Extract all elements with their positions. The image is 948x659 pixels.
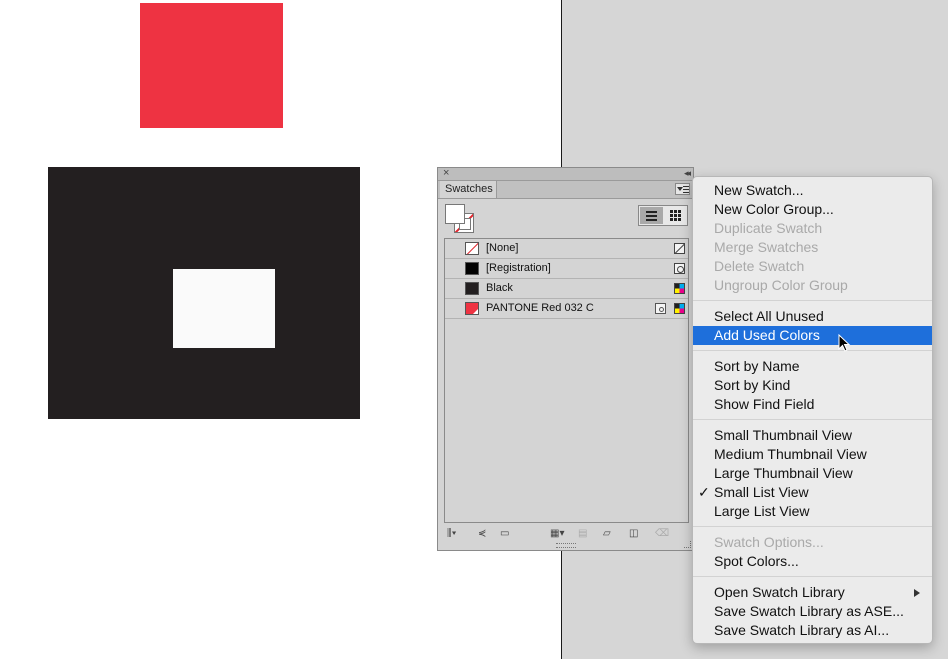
none-swatch-chip bbox=[465, 242, 479, 255]
panel-tab-strip: Swatches bbox=[438, 181, 693, 199]
cmyk-type-icon bbox=[674, 303, 685, 314]
menu-item-spot-colors[interactable]: Spot Colors... bbox=[693, 552, 932, 571]
black-swatch-chip bbox=[465, 282, 479, 295]
menu-separator bbox=[693, 419, 932, 420]
panel-bottom-bar: ⫼▾ ⋞ ▭ ▦▾ ▤ ▱ ◫ ⌫ bbox=[438, 526, 693, 544]
menu-item-save-library-ase[interactable]: Save Swatch Library as ASE... bbox=[693, 602, 932, 621]
show-kinds-icon[interactable]: ⋞ bbox=[478, 527, 486, 541]
menu-item-save-library-ai[interactable]: Save Swatch Library as AI... bbox=[693, 621, 932, 640]
menu-item-small-list-view[interactable]: ✓ Small List View bbox=[693, 483, 932, 502]
fill-stroke-icon[interactable] bbox=[445, 204, 475, 234]
cmyk-type-icon bbox=[674, 283, 685, 294]
swatch-list: [None] [Registration] Black PANTONE Red … bbox=[444, 238, 689, 523]
tab-swatches[interactable]: Swatches bbox=[440, 181, 497, 198]
menu-item-select-all-unused[interactable]: Select All Unused bbox=[693, 307, 932, 326]
menu-item-swatch-options: Swatch Options... bbox=[714, 534, 824, 550]
menu-item-merge-swatches: Merge Swatches bbox=[714, 239, 819, 255]
menu-item-delete-swatch: Delete Swatch bbox=[714, 258, 805, 274]
menu-separator bbox=[693, 350, 932, 351]
menu-item-small-thumbnail-view[interactable]: Small Thumbnail View bbox=[693, 426, 932, 445]
grid-view-icon[interactable] bbox=[664, 207, 687, 224]
new-color-group-icon[interactable]: ▱ bbox=[603, 527, 611, 541]
close-icon[interactable]: × bbox=[443, 166, 449, 180]
menu-item-add-used-colors[interactable]: Add Used Colors bbox=[693, 326, 932, 345]
list-view-icon[interactable] bbox=[640, 207, 663, 224]
swatch-name: PANTONE Red 032 C bbox=[486, 302, 594, 314]
menu-item-sort-by-name[interactable]: Sort by Name bbox=[693, 357, 932, 376]
menu-item-sort-by-kind[interactable]: Sort by Kind bbox=[693, 376, 932, 395]
corner-resize-grip[interactable] bbox=[684, 541, 691, 548]
registration-type-icon bbox=[674, 263, 685, 274]
new-swatch-icon[interactable]: ◫ bbox=[629, 527, 638, 541]
menu-item-new-color-group[interactable]: New Color Group... bbox=[693, 200, 932, 219]
submenu-arrow-icon bbox=[914, 589, 920, 597]
menu-item-label: Small List View bbox=[714, 484, 809, 500]
delete-swatch-icon: ⌫ bbox=[655, 528, 670, 539]
swatches-panel: × ◂◂ Swatches [None] [Registration] Blac… bbox=[437, 167, 694, 551]
swatch-grid-icon[interactable]: ▦▾ bbox=[550, 527, 564, 541]
menu-item-open-swatch-library[interactable]: Open Swatch Library bbox=[693, 583, 932, 602]
menu-item-ungroup-color-group: Ungroup Color Group bbox=[714, 277, 848, 293]
spot-color-icon bbox=[655, 303, 666, 314]
mouse-pointer-icon bbox=[838, 334, 851, 352]
library-menu-icon[interactable]: ⫼▾ bbox=[447, 527, 456, 541]
collapse-icon[interactable]: ◂◂ bbox=[684, 167, 691, 180]
swatch-row-pantone-red[interactable]: PANTONE Red 032 C bbox=[445, 299, 688, 319]
resize-grip[interactable] bbox=[556, 543, 576, 548]
white-rectangle-object[interactable] bbox=[173, 269, 275, 348]
menu-item-large-thumbnail-view[interactable]: Large Thumbnail View bbox=[693, 464, 932, 483]
menu-item-new-swatch[interactable]: New Swatch... bbox=[693, 181, 932, 200]
swatch-row-registration[interactable]: [Registration] bbox=[445, 259, 688, 279]
menu-item-label: Open Swatch Library bbox=[714, 584, 845, 600]
view-toggle bbox=[638, 205, 688, 226]
swatch-row-black[interactable]: Black bbox=[445, 279, 688, 299]
menu-item-duplicate-swatch: Duplicate Swatch bbox=[714, 220, 823, 236]
none-type-icon bbox=[674, 243, 685, 254]
menu-item-large-list-view[interactable]: Large List View bbox=[693, 502, 932, 521]
menu-separator bbox=[693, 300, 932, 301]
checkmark-icon: ✓ bbox=[698, 484, 710, 500]
swatch-name: [None] bbox=[486, 242, 519, 254]
swatch-name: Black bbox=[486, 282, 513, 294]
red-rectangle-object[interactable] bbox=[140, 3, 283, 128]
registration-swatch-chip bbox=[465, 262, 479, 275]
menu-separator bbox=[693, 576, 932, 577]
menu-item-show-find-field[interactable]: Show Find Field bbox=[693, 395, 932, 414]
swatch-name: [Registration] bbox=[486, 262, 551, 274]
swatch-options-disabled-icon: ▤ bbox=[578, 528, 588, 539]
swatch-options-icon[interactable]: ▭ bbox=[500, 527, 509, 541]
swatches-flyout-menu: New Swatch... New Color Group... Duplica… bbox=[692, 176, 933, 644]
panel-title-bar[interactable]: × ◂◂ bbox=[438, 166, 693, 181]
panel-menu-icon[interactable] bbox=[675, 183, 690, 195]
menu-item-medium-thumbnail-view[interactable]: Medium Thumbnail View bbox=[693, 445, 932, 464]
swatch-row-none[interactable]: [None] bbox=[445, 239, 688, 259]
menu-separator bbox=[693, 526, 932, 527]
pantone-red-swatch-chip bbox=[465, 302, 479, 315]
fill-box[interactable] bbox=[445, 204, 465, 224]
